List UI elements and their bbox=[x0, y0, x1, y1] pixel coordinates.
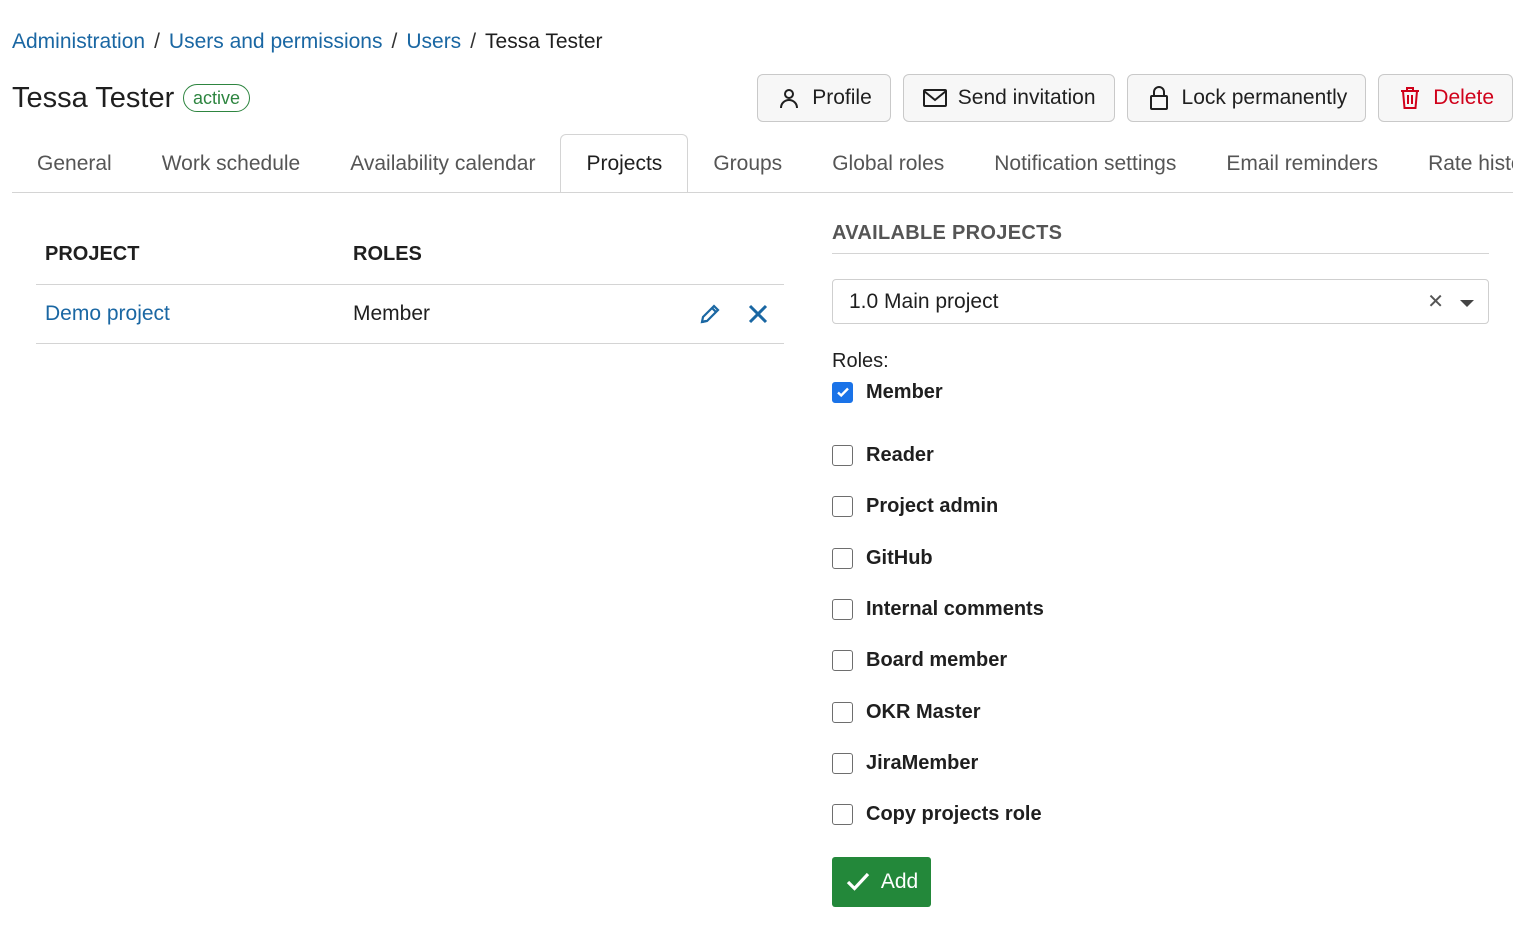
send-invitation-button-label: Send invitation bbox=[957, 86, 1096, 109]
breadcrumb-users-and-permissions[interactable]: Users and permissions bbox=[169, 30, 383, 54]
project-link[interactable]: Demo project bbox=[36, 302, 344, 326]
role-label: GitHub bbox=[866, 546, 933, 569]
breadcrumb-separator: / bbox=[154, 30, 160, 53]
lock-permanently-button[interactable]: Lock permanently bbox=[1126, 74, 1367, 122]
trash-icon bbox=[1397, 85, 1423, 111]
tab-groups[interactable]: Groups bbox=[688, 134, 807, 192]
role-option-internal-comments[interactable]: Internal comments bbox=[832, 584, 1489, 635]
role-checkbox[interactable] bbox=[832, 752, 853, 774]
role-checkbox[interactable] bbox=[832, 804, 853, 826]
clear-icon[interactable]: ✕ bbox=[1427, 289, 1444, 314]
role-label: Member bbox=[866, 380, 943, 403]
profile-button[interactable]: Profile bbox=[757, 74, 891, 122]
add-button[interactable]: Add bbox=[832, 857, 931, 907]
role-label: Reader bbox=[866, 444, 934, 467]
status-badge: active bbox=[183, 84, 251, 112]
role-option-project-admin[interactable]: Project admin bbox=[832, 481, 1489, 532]
project-select-value: 1.0 Main project bbox=[849, 289, 999, 313]
role-option-board-member[interactable]: Board member bbox=[832, 635, 1489, 686]
tab-general[interactable]: General bbox=[12, 134, 137, 192]
column-header-project: PROJECT bbox=[45, 243, 140, 265]
role-option-reader[interactable]: Reader bbox=[832, 430, 1489, 481]
tab-email-reminders[interactable]: Email reminders bbox=[1201, 134, 1403, 192]
role-label: Internal comments bbox=[866, 598, 1044, 621]
breadcrumb-users[interactable]: Users bbox=[406, 30, 461, 54]
role-checkbox[interactable] bbox=[832, 381, 853, 403]
breadcrumb-separator: / bbox=[470, 30, 477, 53]
role-checkbox[interactable] bbox=[832, 547, 853, 569]
tab-global-roles[interactable]: Global roles bbox=[807, 134, 969, 192]
lock-permanently-button-label: Lock permanently bbox=[1181, 86, 1348, 109]
role-checkbox[interactable] bbox=[832, 496, 853, 518]
breadcrumb-separator: / bbox=[391, 30, 398, 53]
add-button-label: Add bbox=[880, 870, 919, 893]
table-row: Demo project Member bbox=[36, 285, 784, 344]
delete-button-label: Delete bbox=[1433, 86, 1494, 109]
checkmark-icon bbox=[845, 869, 871, 895]
pencil-icon[interactable] bbox=[696, 300, 724, 328]
role-option-copy-projects-role[interactable]: Copy projects role bbox=[832, 789, 1489, 840]
role-option-okr-master[interactable]: OKR Master bbox=[832, 686, 1489, 737]
tab-bar: General Work schedule Availability calen… bbox=[12, 134, 1513, 193]
role-label: JiraMember bbox=[866, 751, 979, 774]
role-option-member[interactable]: Member bbox=[832, 379, 1489, 405]
roles-label: Roles: bbox=[832, 350, 889, 372]
role-list: Member Reader Project admin GitHub Inter… bbox=[832, 379, 1489, 840]
lock-icon bbox=[1146, 85, 1172, 111]
tab-projects[interactable]: Projects bbox=[560, 134, 689, 192]
row-actions bbox=[696, 300, 784, 328]
tab-rate-history[interactable]: Rate history bbox=[1403, 134, 1513, 192]
available-projects-title: AVAILABLE PROJECTS bbox=[832, 222, 1489, 254]
breadcrumb: Administration / Users and permissions /… bbox=[12, 30, 603, 54]
delete-button[interactable]: Delete bbox=[1378, 74, 1513, 122]
role-label: Copy projects role bbox=[866, 803, 1042, 826]
tab-availability-calendar[interactable]: Availability calendar bbox=[325, 134, 560, 192]
role-checkbox[interactable] bbox=[832, 701, 853, 723]
role-checkbox[interactable] bbox=[832, 650, 853, 672]
role-label: OKR Master bbox=[866, 700, 981, 723]
projects-table: PROJECT ROLES Demo project Member bbox=[36, 225, 784, 344]
profile-button-label: Profile bbox=[812, 86, 872, 109]
available-projects-panel: AVAILABLE PROJECTS 1.0 Main project ✕ Ro… bbox=[832, 222, 1489, 840]
envelope-icon bbox=[922, 85, 948, 111]
role-label: Board member bbox=[866, 649, 1008, 672]
column-header-roles: ROLES bbox=[353, 243, 422, 265]
role-checkbox[interactable] bbox=[832, 599, 853, 621]
tab-notification-settings[interactable]: Notification settings bbox=[969, 134, 1201, 192]
role-checkbox[interactable] bbox=[832, 445, 853, 467]
project-roles: Member bbox=[353, 302, 431, 325]
remove-icon[interactable] bbox=[744, 300, 772, 328]
page-title: Tessa Tester bbox=[12, 82, 175, 114]
role-label: Project admin bbox=[866, 495, 999, 518]
tab-work-schedule[interactable]: Work schedule bbox=[137, 134, 326, 192]
person-icon bbox=[776, 85, 802, 111]
role-option-jiramember[interactable]: JiraMember bbox=[832, 738, 1489, 789]
toolbar: Profile Send invitation Lock permanently… bbox=[757, 74, 1513, 122]
role-option-github[interactable]: GitHub bbox=[832, 533, 1489, 584]
chevron-down-icon[interactable] bbox=[1460, 300, 1474, 307]
project-select[interactable]: 1.0 Main project ✕ bbox=[832, 279, 1489, 324]
breadcrumb-administration[interactable]: Administration bbox=[12, 30, 145, 54]
breadcrumb-current: Tessa Tester bbox=[485, 30, 603, 53]
send-invitation-button[interactable]: Send invitation bbox=[902, 74, 1115, 122]
table-header: PROJECT ROLES bbox=[36, 225, 784, 285]
